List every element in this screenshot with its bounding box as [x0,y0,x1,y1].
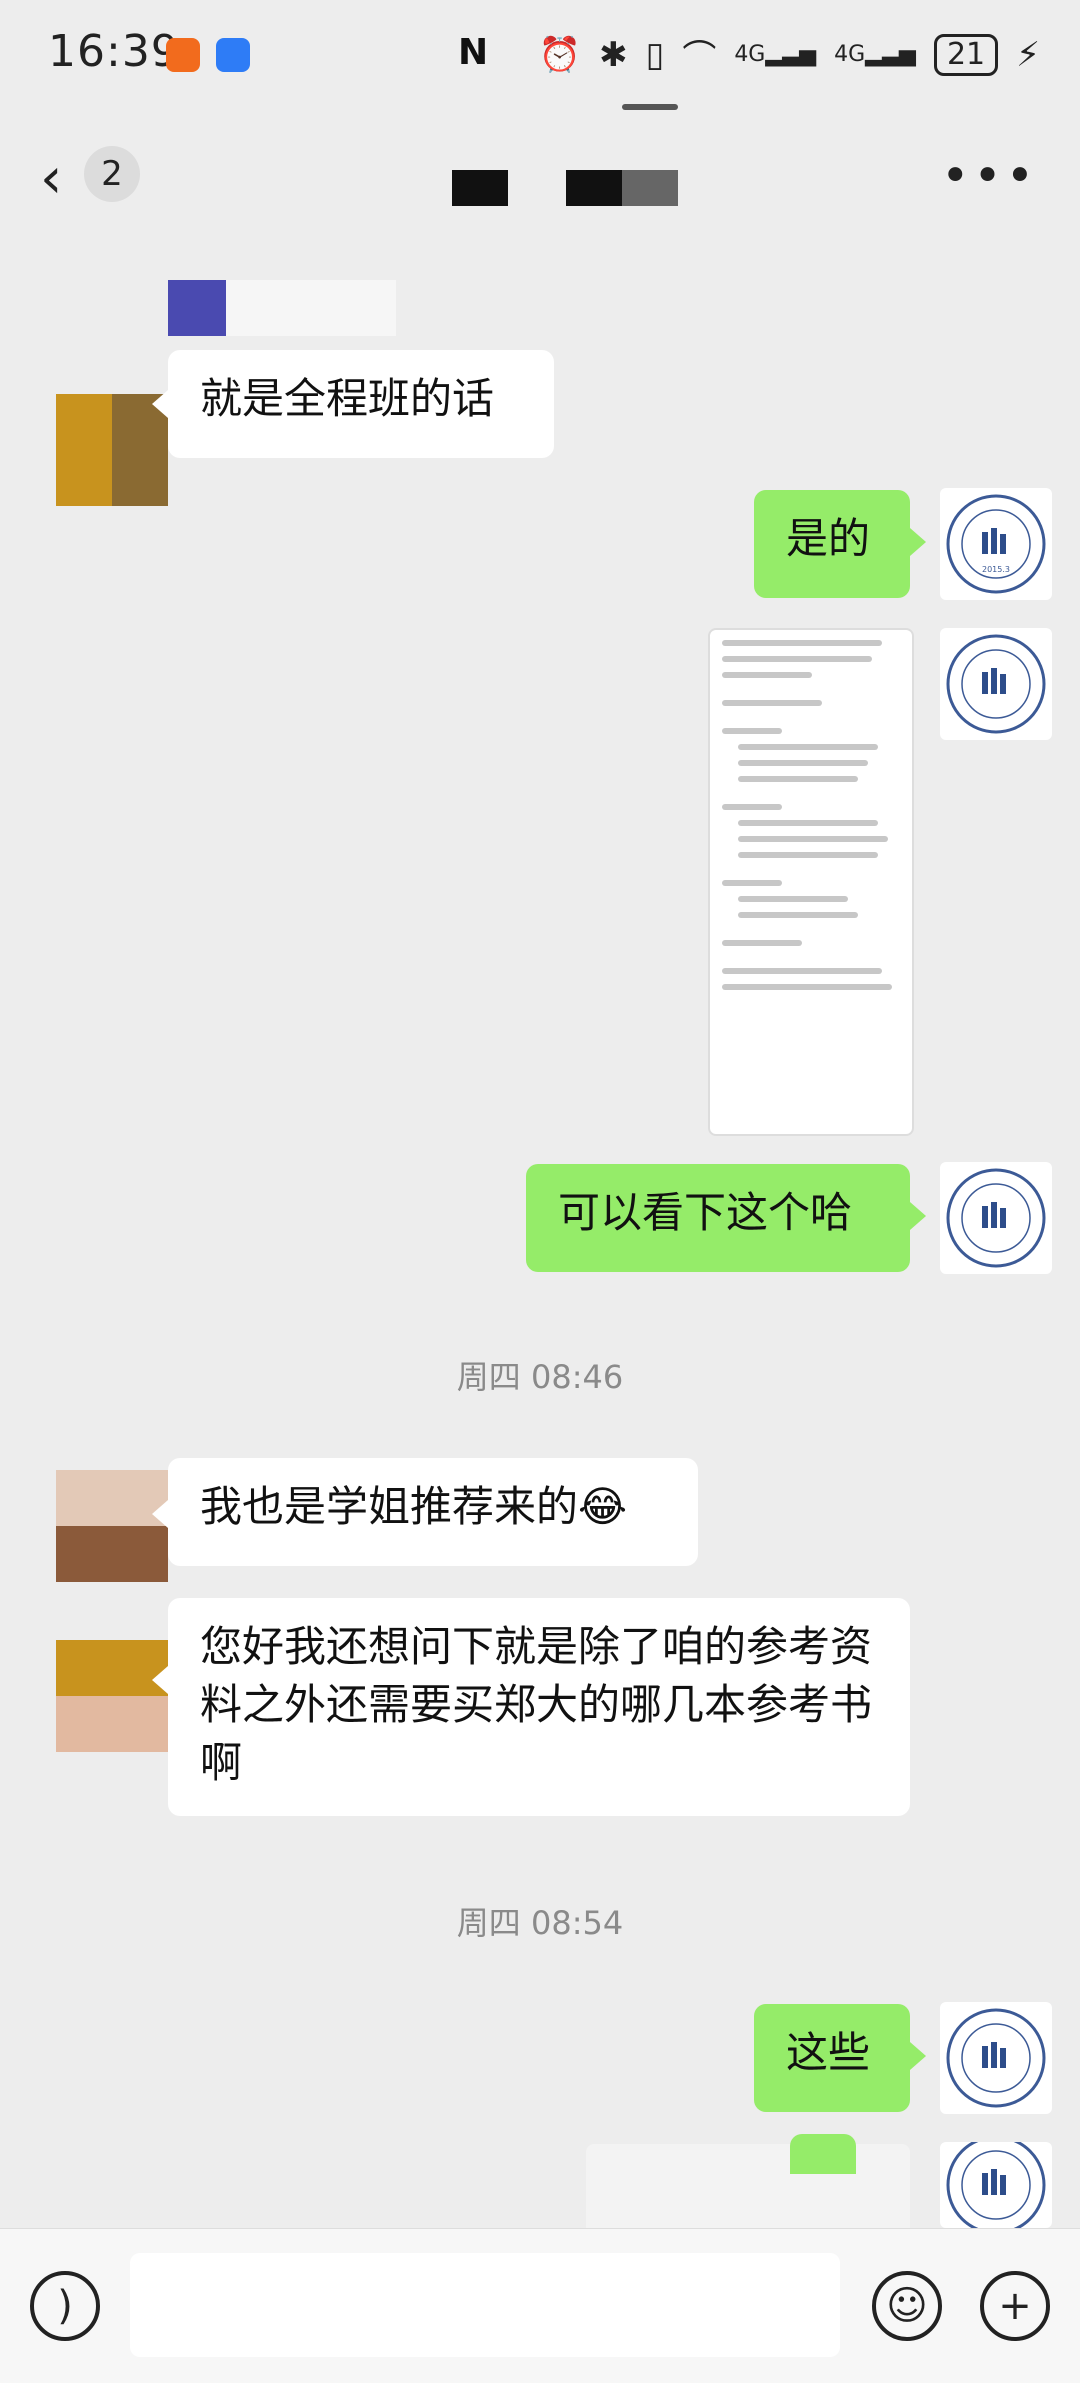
logo-seal-icon [946,2008,1046,2108]
bubble-tail [152,390,168,418]
bubble-tail [152,1500,168,1528]
my-avatar[interactable] [940,628,1052,740]
my-avatar[interactable] [940,2142,1052,2228]
unread-count-badge[interactable]: 2 [84,146,140,202]
message-input[interactable] [130,2253,840,2357]
vibrate-icon: ▯ [645,34,665,75]
nfc-icon: N [458,32,489,73]
status-time: 16:39 [48,26,180,77]
bubble-tail [910,2042,926,2070]
message-text: 这些 [786,2028,871,2077]
timestamp: 周四 08:54 [456,1904,624,1942]
bluetooth-icon: ✱ [599,34,628,75]
my-avatar[interactable] [940,2002,1052,2114]
voice-icon[interactable]: ) [30,2271,100,2341]
status-bar: 16:39 N ⏰ ✱ ▯ ⌒ 4G▂▃▅ 4G▂▃▅ 21 ⚡ [0,0,1080,110]
app-notification-icon [216,38,250,72]
emoji-icon[interactable]: ☺ [872,2271,942,2341]
message-bubble[interactable]: 是的 [754,490,910,598]
charging-icon: ⚡ [1016,34,1040,75]
my-avatar[interactable]: 2015.3 [940,488,1052,600]
partial-image[interactable] [586,2144,910,2228]
input-bar: ) ☺ + [0,2228,1080,2383]
logo-seal-icon [946,634,1046,734]
message-text: 就是全程班的话 [200,374,495,423]
partial-image [790,2134,856,2174]
logo-seal-icon [946,2142,1046,2228]
wifi-icon: ⌒ [682,38,717,78]
partial-image [226,280,396,336]
status-icons: ⏰ ✱ ▯ ⌒ 4G▂▃▅ 4G▂▃▅ 21 ⚡ [539,30,1040,79]
redacted-title [622,170,678,206]
redacted-title [452,170,508,206]
alarm-icon: ⏰ [538,34,582,75]
message-bubble[interactable]: 可以看下这个哈 [526,1164,910,1272]
bubble-tail [152,1666,168,1694]
message-bubble[interactable]: 这些 [754,2004,910,2112]
battery-indicator: 21 [933,33,999,76]
top-pill [622,104,678,110]
partial-image[interactable] [168,280,226,336]
message-bubble[interactable]: 您好我还想问下就是除了咱的参考资料之外还需要买郑大的哪几本参考书啊 [168,1598,910,1816]
back-button[interactable]: ‹ [40,146,62,211]
contact-avatar[interactable] [56,1640,168,1752]
redacted-title [566,170,622,206]
bubble-tail [910,528,926,556]
message-bubble[interactable]: 就是全程班的话 [168,350,554,458]
4g-signal-icon: 4G▂▃▅ [834,42,916,67]
my-avatar[interactable] [940,1162,1052,1274]
timestamp: 周四 08:46 [456,1358,624,1396]
message-bubble[interactable]: 我也是学姐推荐来的😂 [168,1458,698,1566]
bubble-tail [910,1202,926,1230]
app-notification-icon [166,38,200,72]
document-thumbnail[interactable] [708,628,914,1136]
more-icon[interactable]: ••• [941,148,1038,204]
message-text: 可以看下这个哈 [558,1188,853,1237]
4g-signal-icon: 4G▂▃▅ [734,42,817,67]
message-text: 您好我还想问下就是除了咱的参考资料之外还需要买郑大的哪几本参考书啊 [200,1622,873,1787]
logo-seal-icon: 2015.3 [946,494,1046,594]
logo-seal-icon [946,1168,1046,1268]
plus-icon[interactable]: + [980,2271,1050,2341]
message-text: 我也是学姐推荐来的😂 [200,1482,628,1531]
message-text: 是的 [786,514,871,563]
svg-text:2015.3: 2015.3 [982,565,1010,574]
